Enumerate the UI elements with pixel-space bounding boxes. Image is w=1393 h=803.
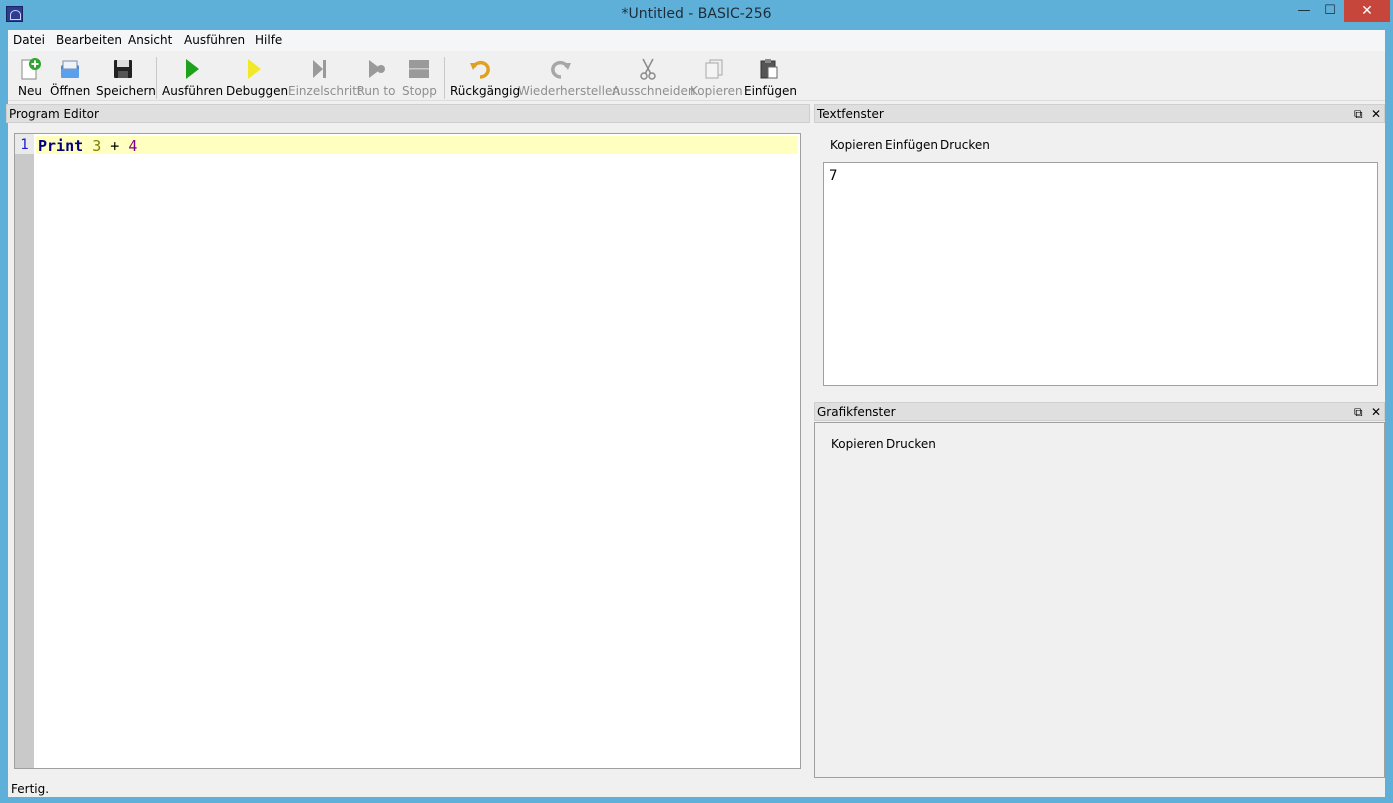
run-to-label: Run to <box>356 84 396 98</box>
toolbar: Neu Öffnen Speichern Ausführen Debuggen … <box>8 51 1385 101</box>
open-button[interactable]: Öffnen <box>50 55 90 99</box>
graphics-area[interactable]: Kopieren Drucken <box>814 422 1385 778</box>
text-output-area[interactable]: 7 <box>823 162 1378 386</box>
text-paste-button[interactable]: Einfügen <box>885 138 938 152</box>
redo-icon <box>551 60 571 79</box>
scissors-icon <box>640 58 656 80</box>
undo-label: Rückgängig <box>450 84 521 98</box>
code-line[interactable]: Print 3 + 4 <box>36 136 798 155</box>
debug-play-icon <box>248 59 261 79</box>
redo-label: Wiederherstellen <box>518 84 620 98</box>
graphics-print-button[interactable]: Drucken <box>886 437 936 451</box>
graphics-window-title: Grafikfenster <box>817 405 896 419</box>
new-label: Neu <box>18 84 42 98</box>
menu-run[interactable]: Ausführen <box>184 33 245 47</box>
menu-edit[interactable]: Bearbeiten <box>56 33 122 47</box>
run-label: Ausführen <box>162 84 224 98</box>
app-client-area: Datei Bearbeiten Ansicht Ausführen Hilfe… <box>6 30 1385 797</box>
save-button[interactable]: Speichern <box>96 55 156 99</box>
paste-button[interactable]: Einfügen <box>744 55 797 99</box>
undo-button[interactable]: Rückgängig <box>450 55 521 99</box>
text-window-title: Textfenster <box>817 107 884 121</box>
save-disk-icon <box>114 60 132 78</box>
menu-file[interactable]: Datei <box>13 33 45 47</box>
code-number: 4 <box>128 137 138 155</box>
copy-label: Kopieren <box>690 84 743 98</box>
play-icon <box>186 59 199 79</box>
code-keyword: Print <box>38 137 84 155</box>
step-icon <box>313 60 326 78</box>
menu-help[interactable]: Hilfe <box>255 33 282 47</box>
code-number: 3 <box>92 137 102 155</box>
minimize-button[interactable]: — <box>1290 0 1318 22</box>
stop-icon <box>409 60 429 78</box>
debug-label: Debuggen <box>226 84 289 98</box>
undo-icon <box>470 60 490 79</box>
copy-button[interactable]: Kopieren <box>690 55 743 99</box>
menu-bar: Datei Bearbeiten Ansicht Ausführen Hilfe <box>8 30 1385 51</box>
step-button[interactable]: Einzelschritt <box>288 55 362 99</box>
text-output-value: 7 <box>829 168 838 184</box>
open-label: Öffnen <box>50 84 91 98</box>
step-label: Einzelschritt <box>288 84 362 98</box>
stop-label: Stopp <box>402 84 437 98</box>
run-button[interactable]: Ausführen <box>162 55 224 99</box>
editor-dock-title: Program Editor <box>6 104 810 123</box>
editor-title: Program Editor <box>9 107 99 121</box>
text-window-dock-title: Textfenster ⧉ ✕ <box>814 104 1385 123</box>
maximize-button[interactable]: ☐ <box>1316 0 1344 22</box>
graphics-window-float-icon[interactable]: ⧉ <box>1354 405 1363 420</box>
toolbar-separator <box>444 57 445 99</box>
toolbar-separator <box>156 57 157 99</box>
text-window-float-icon[interactable]: ⧉ <box>1354 107 1363 122</box>
code-editor[interactable]: 1 Print 3 + 4 <box>14 133 801 769</box>
run-to-button[interactable]: Run to <box>356 55 396 99</box>
stop-button[interactable]: Stopp <box>402 55 437 99</box>
close-window-button[interactable]: ✕ <box>1344 0 1390 22</box>
redo-button[interactable]: Wiederherstellen <box>518 55 620 99</box>
run-to-icon <box>369 60 385 78</box>
graphics-copy-button[interactable]: Kopieren <box>831 437 884 451</box>
title-bar: *Untitled - BASIC-256 — ☐ ✕ <box>0 0 1393 30</box>
open-folder-icon <box>61 60 79 78</box>
debug-button[interactable]: Debuggen <box>226 55 289 99</box>
cut-label: Ausschneiden <box>612 84 696 98</box>
text-print-button[interactable]: Drucken <box>940 138 990 152</box>
graphics-window-close-icon[interactable]: ✕ <box>1371 405 1381 419</box>
text-window-close-icon[interactable]: ✕ <box>1371 107 1381 121</box>
paste-icon <box>760 59 778 79</box>
menu-view[interactable]: Ansicht <box>128 33 172 47</box>
window-title: *Untitled - BASIC-256 <box>621 6 772 22</box>
text-copy-button[interactable]: Kopieren <box>830 138 883 152</box>
status-bar: Fertig. <box>8 778 1385 797</box>
new-button[interactable]: Neu <box>12 55 48 99</box>
copy-icon <box>705 59 723 79</box>
graphics-window-dock-title: Grafikfenster ⧉ ✕ <box>814 402 1385 421</box>
paste-label: Einfügen <box>744 84 797 98</box>
code-operator: + <box>110 137 120 155</box>
save-label: Speichern <box>96 84 156 98</box>
cut-button[interactable]: Ausschneiden <box>612 55 696 99</box>
new-file-icon <box>21 58 41 80</box>
line-number: 1 <box>15 134 34 154</box>
line-number-gutter: 1 <box>15 134 34 768</box>
status-text: Fertig. <box>11 782 50 796</box>
